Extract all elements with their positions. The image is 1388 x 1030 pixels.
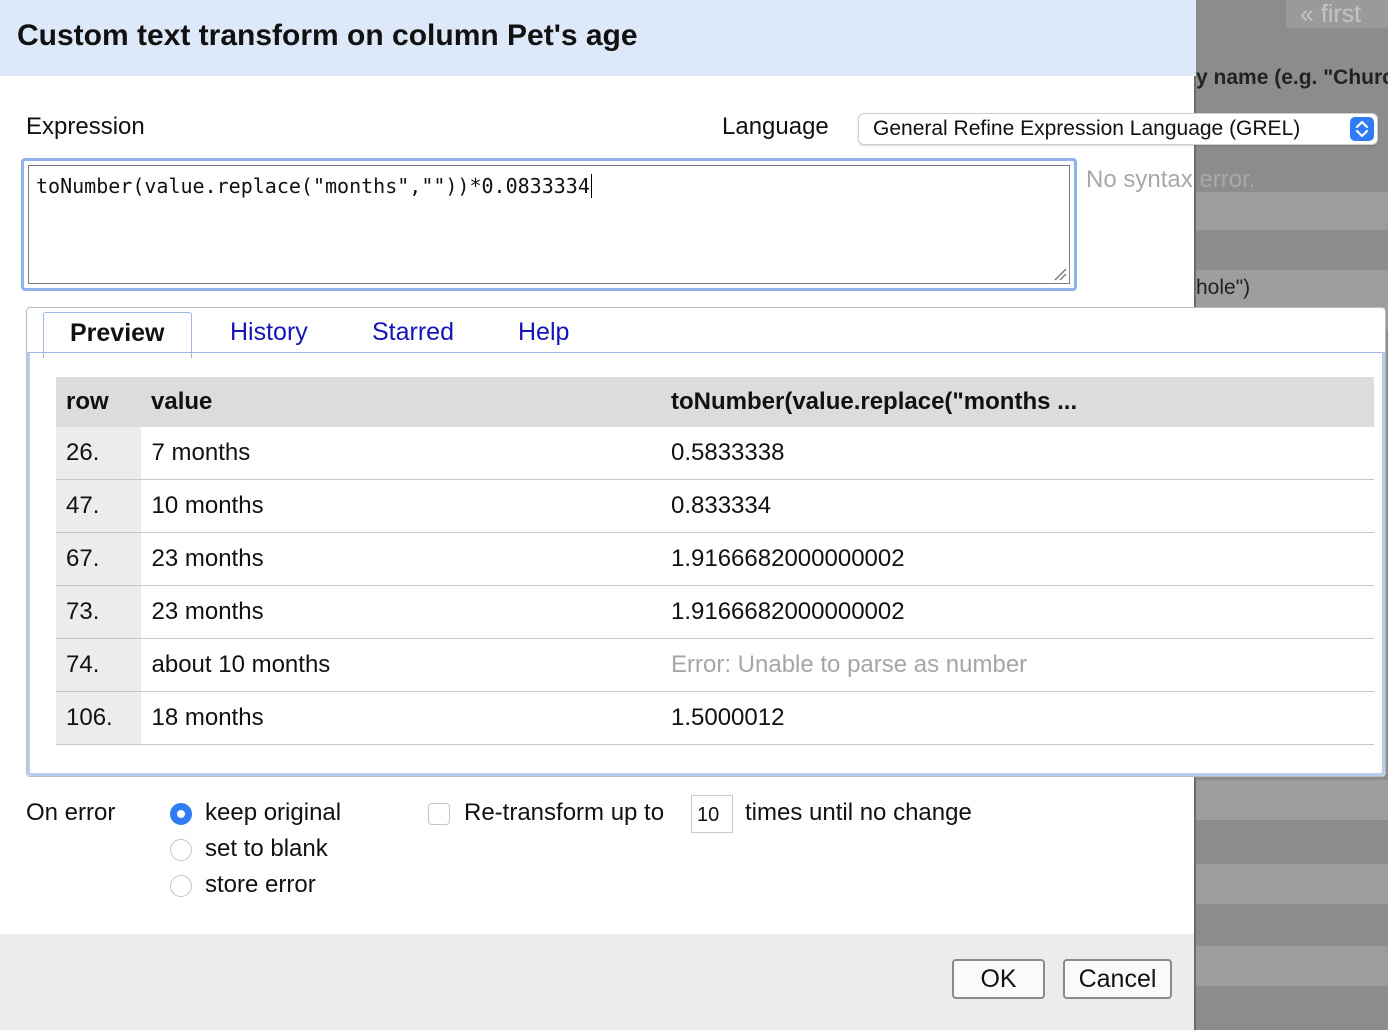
background-row (1196, 946, 1388, 986)
row-number: 106. (56, 691, 142, 745)
expression-label: Expression (26, 113, 145, 140)
row-result-error: Error: Unable to parse as number (661, 638, 1374, 692)
row-value: about 10 months (141, 638, 661, 692)
row-result: 0.833334 (661, 479, 1374, 533)
language-label: Language (722, 113, 829, 140)
row-value: 18 months (141, 691, 661, 745)
table-row: 73. 23 months 1.9166682000000002 (56, 585, 1374, 639)
tabs-panel: Preview History Starred Help row value t… (26, 307, 1386, 777)
retransform-suffix: times until no change (745, 799, 972, 826)
row-value: 23 months (141, 532, 661, 586)
column-header-value: value (141, 377, 661, 427)
preview-table: row value toNumber(value.replace("months… (56, 377, 1374, 745)
table-row: 106. 18 months 1.5000012 (56, 691, 1374, 745)
ok-button[interactable]: OK (952, 959, 1045, 999)
cancel-button[interactable]: Cancel (1063, 959, 1172, 999)
row-number: 47. (56, 479, 142, 533)
radio-label-set-to-blank[interactable]: set to blank (205, 835, 328, 863)
table-row: 26. 7 months 0.5833338 (56, 427, 1374, 480)
language-select[interactable]: General Refine Expression Language (GREL… (858, 113, 1378, 145)
row-number: 74. (56, 638, 142, 692)
language-select-value: General Refine Expression Language (GREL… (873, 117, 1301, 140)
background-row (1196, 780, 1388, 820)
retransform-label[interactable]: Re-transform up to (464, 799, 664, 827)
column-header-row: row (56, 377, 141, 427)
preview-tab-body: row value toNumber(value.replace("months… (27, 352, 1385, 776)
tab-history[interactable]: History (230, 312, 308, 353)
radio-set-to-blank[interactable] (170, 839, 192, 861)
row-number: 26. (56, 427, 142, 480)
row-value: 23 months (141, 585, 661, 639)
expression-editor[interactable]: toNumber(value.replace("months",""))*0.0… (21, 158, 1077, 291)
radio-label-keep-original[interactable]: keep original (205, 799, 341, 827)
row-result: 1.9166682000000002 (661, 532, 1374, 586)
tab-strip: Preview History Starred Help (27, 308, 1385, 358)
radio-store-error[interactable] (170, 875, 192, 897)
row-value: 10 months (141, 479, 661, 533)
column-header-result: toNumber(value.replace("months ... (661, 377, 1374, 427)
pagination-first-link[interactable]: « first (1286, 0, 1388, 28)
radio-label-store-error[interactable]: store error (205, 871, 316, 899)
select-arrows-icon (1350, 117, 1374, 141)
expression-text: toNumber(value.replace("months",""))*0.0… (36, 174, 592, 198)
row-number: 67. (56, 532, 142, 586)
syntax-status: No syntax error. (1086, 166, 1256, 193)
table-row: 47. 10 months 0.833334 (56, 479, 1374, 533)
row-result: 1.5000012 (661, 691, 1374, 745)
dialog-title: Custom text transform on column Pet's ag… (17, 19, 638, 52)
background-header-text: y name (e.g. "Churc (1196, 66, 1388, 89)
background-row (1196, 864, 1388, 904)
resize-handle-icon[interactable] (1053, 267, 1067, 281)
row-number: 73. (56, 585, 142, 639)
row-result: 0.5833338 (661, 427, 1374, 480)
retransform-checkbox[interactable] (428, 803, 450, 825)
dialog-header: Custom text transform on column Pet's ag… (0, 0, 1196, 76)
expression-textarea[interactable]: toNumber(value.replace("months",""))*0.0… (28, 165, 1070, 284)
on-error-label: On error (26, 799, 116, 826)
table-header-row: row value toNumber(value.replace("months… (56, 377, 1374, 427)
tab-help[interactable]: Help (518, 312, 569, 353)
table-row: 74. about 10 months Error: Unable to par… (56, 638, 1374, 692)
radio-keep-original[interactable] (170, 803, 192, 825)
tab-starred[interactable]: Starred (372, 312, 454, 353)
row-result: 1.9166682000000002 (661, 585, 1374, 639)
table-row: 67. 23 months 1.9166682000000002 (56, 532, 1374, 586)
retransform-count-input[interactable]: 10 (691, 795, 733, 833)
row-value: 7 months (141, 427, 661, 480)
background-row (1196, 192, 1388, 230)
background-row-text: hole") (1196, 276, 1251, 299)
